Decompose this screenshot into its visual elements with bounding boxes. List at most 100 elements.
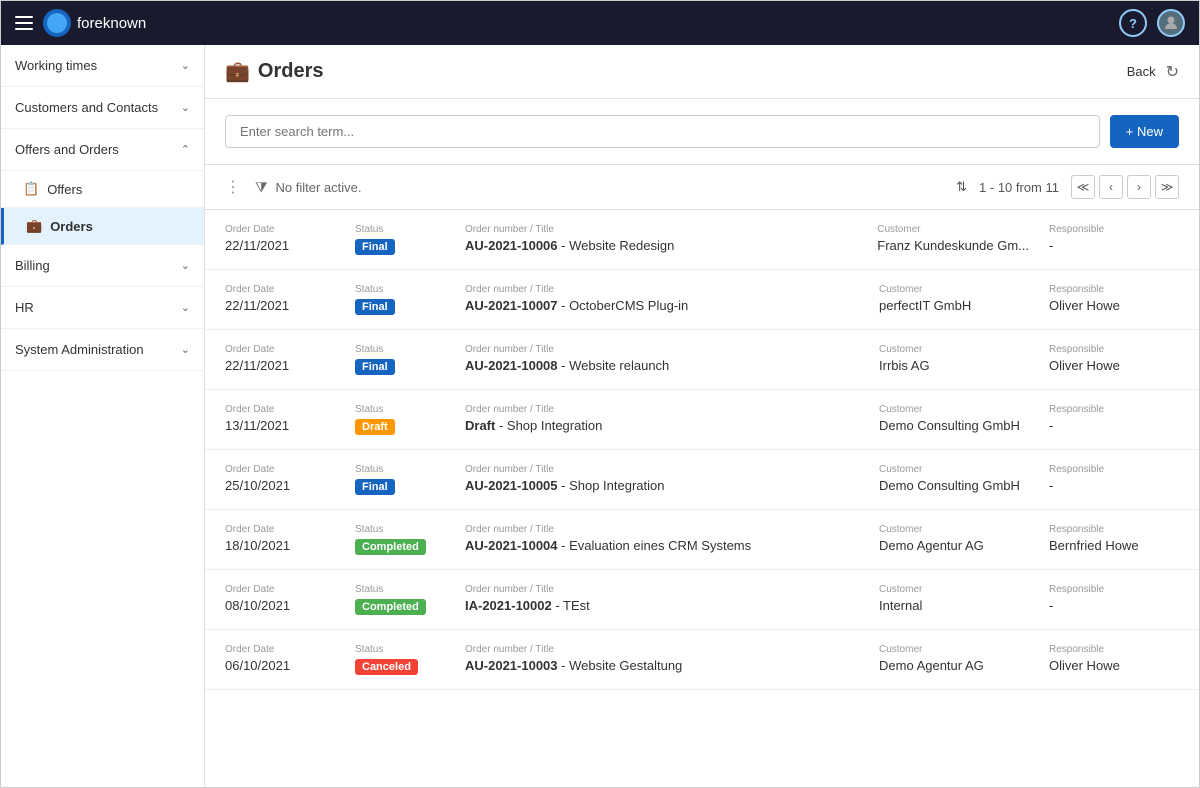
status-label: Status [355, 584, 445, 595]
status-label: Status [355, 404, 445, 415]
order-title-col: Order number / Title AU-2021-10005 - Sho… [465, 464, 859, 493]
order-title: - OctoberCMS Plug-in [558, 298, 689, 313]
table-row[interactable]: Order Date 22/11/2021 Status Final Order… [205, 330, 1199, 390]
sidebar-label-hr: HR [15, 300, 34, 315]
sidebar-label-billing: Billing [15, 258, 50, 273]
page-title: Orders [258, 60, 324, 83]
app-container: foreknown ? Working times ⌄ Customers an… [0, 0, 1200, 788]
filter-left: ⋮ ⧩ No filter active. [225, 177, 361, 197]
customer-label: Customer [879, 524, 1029, 535]
status-label: Status [355, 464, 445, 475]
pagination-prev[interactable]: ‹ [1099, 175, 1123, 199]
content-area: 💼 Orders Back ↻ + New ⋮ ⧩ No filter acti… [205, 45, 1199, 787]
order-responsible-col: Responsible - [1049, 224, 1179, 253]
order-title: - Shop Integration [495, 418, 602, 433]
order-number-bold: AU-2021-10006 [465, 238, 558, 253]
order-number-bold: Draft [465, 418, 495, 433]
order-date-col: Order Date 22/11/2021 [225, 344, 335, 373]
table-row[interactable]: Order Date 22/11/2021 Status Final Order… [205, 210, 1199, 270]
order-number-label: Order number / Title [465, 464, 859, 475]
status-label: Status [355, 344, 445, 355]
sidebar-item-customers-contacts[interactable]: Customers and Contacts ⌄ [1, 87, 204, 129]
table-row[interactable]: Order Date 08/10/2021 Status Completed O… [205, 570, 1199, 630]
date-label: Order Date [225, 464, 335, 475]
order-number-bold: AU-2021-10003 [465, 658, 558, 673]
order-full-title: AU-2021-10004 - Evaluation eines CRM Sys… [465, 538, 859, 553]
pagination-first[interactable]: ≪ [1071, 175, 1095, 199]
order-customer-col: Customer Irrbis AG [879, 344, 1029, 373]
order-responsible: - [1049, 238, 1179, 253]
table-row[interactable]: Order Date 22/11/2021 Status Final Order… [205, 270, 1199, 330]
order-date: 22/11/2021 [225, 358, 335, 373]
date-label: Order Date [225, 224, 335, 235]
chevron-up-icon: ⌃ [181, 143, 190, 156]
table-row[interactable]: Order Date 13/11/2021 Status Draft Order… [205, 390, 1199, 450]
order-date: 25/10/2021 [225, 478, 335, 493]
sidebar-item-working-times[interactable]: Working times ⌄ [1, 45, 204, 87]
sidebar-item-billing[interactable]: Billing ⌄ [1, 245, 204, 287]
topbar: foreknown ? [1, 1, 1199, 45]
sidebar-sub-item-orders[interactable]: 💼 Orders [1, 208, 204, 245]
order-date: 08/10/2021 [225, 598, 335, 613]
order-title-col: Order number / Title Draft - Shop Integr… [465, 404, 859, 433]
order-number-bold: AU-2021-10004 [465, 538, 558, 553]
pagination-last[interactable]: ≫ [1155, 175, 1179, 199]
order-responsible-col: Responsible Oliver Howe [1049, 284, 1179, 313]
order-number-bold: AU-2021-10007 [465, 298, 558, 313]
more-options-icon[interactable]: ⋮ [225, 177, 241, 197]
search-bar-row: + New [205, 99, 1199, 165]
topbar-left: foreknown [15, 9, 146, 37]
hamburger-menu[interactable] [15, 16, 33, 30]
responsible-label: Responsible [1049, 644, 1179, 655]
sidebar-sub-label-orders: Orders [50, 219, 93, 234]
order-responsible-col: Responsible Oliver Howe [1049, 344, 1179, 373]
order-date: 13/11/2021 [225, 418, 335, 433]
back-button[interactable]: Back [1127, 64, 1156, 79]
search-input[interactable] [225, 115, 1100, 148]
refresh-button[interactable]: ↻ [1166, 62, 1179, 82]
order-full-title: Draft - Shop Integration [465, 418, 859, 433]
pagination-next[interactable]: › [1127, 175, 1151, 199]
order-number-label: Order number / Title [465, 584, 859, 595]
order-customer-col: Customer Demo Consulting GmbH [879, 404, 1029, 433]
order-responsible: - [1049, 598, 1179, 613]
responsible-label: Responsible [1049, 584, 1179, 595]
sidebar-item-offers-orders[interactable]: Offers and Orders ⌃ [1, 129, 204, 171]
offers-icon: 📋 [23, 181, 39, 197]
help-icon[interactable]: ? [1119, 9, 1147, 37]
date-label: Order Date [225, 344, 335, 355]
order-customer: Franz Kundeskunde Gm... [877, 238, 1029, 253]
order-customer-col: Customer Demo Consulting GmbH [879, 464, 1029, 493]
order-status-col: Status Completed [355, 524, 445, 555]
order-date-col: Order Date 06/10/2021 [225, 644, 335, 673]
order-title: - Website Redesign [558, 238, 675, 253]
order-title: - Shop Integration [558, 478, 665, 493]
filter-text: No filter active. [276, 180, 362, 195]
status-badge: Draft [355, 419, 395, 435]
order-title: - TEst [552, 598, 590, 613]
avatar[interactable] [1157, 9, 1185, 37]
sidebar-item-hr[interactable]: HR ⌄ [1, 287, 204, 329]
sidebar: Working times ⌄ Customers and Contacts ⌄… [1, 45, 205, 787]
sort-icon[interactable]: ⇅ [956, 179, 967, 195]
status-badge: Canceled [355, 659, 418, 675]
order-date-col: Order Date 13/11/2021 [225, 404, 335, 433]
table-row[interactable]: Order Date 25/10/2021 Status Final Order… [205, 450, 1199, 510]
sidebar-item-system-administration[interactable]: System Administration ⌄ [1, 329, 204, 371]
date-label: Order Date [225, 644, 335, 655]
order-title-col: Order number / Title AU-2021-10007 - Oct… [465, 284, 859, 313]
table-row[interactable]: Order Date 18/10/2021 Status Completed O… [205, 510, 1199, 570]
order-responsible: - [1049, 478, 1179, 493]
order-date-col: Order Date 08/10/2021 [225, 584, 335, 613]
order-date-col: Order Date 18/10/2021 [225, 524, 335, 553]
new-button[interactable]: + New [1110, 115, 1179, 148]
order-customer-col: Customer perfectIT GmbH [879, 284, 1029, 313]
status-label: Status [355, 284, 445, 295]
status-badge: Final [355, 479, 395, 495]
status-label: Status [355, 644, 445, 655]
order-customer: Demo Consulting GmbH [879, 418, 1029, 433]
sidebar-sub-item-offers[interactable]: 📋 Offers [1, 171, 204, 208]
order-full-title: AU-2021-10007 - OctoberCMS Plug-in [465, 298, 859, 313]
table-row[interactable]: Order Date 06/10/2021 Status Canceled Or… [205, 630, 1199, 690]
order-customer: perfectIT GmbH [879, 298, 1029, 313]
